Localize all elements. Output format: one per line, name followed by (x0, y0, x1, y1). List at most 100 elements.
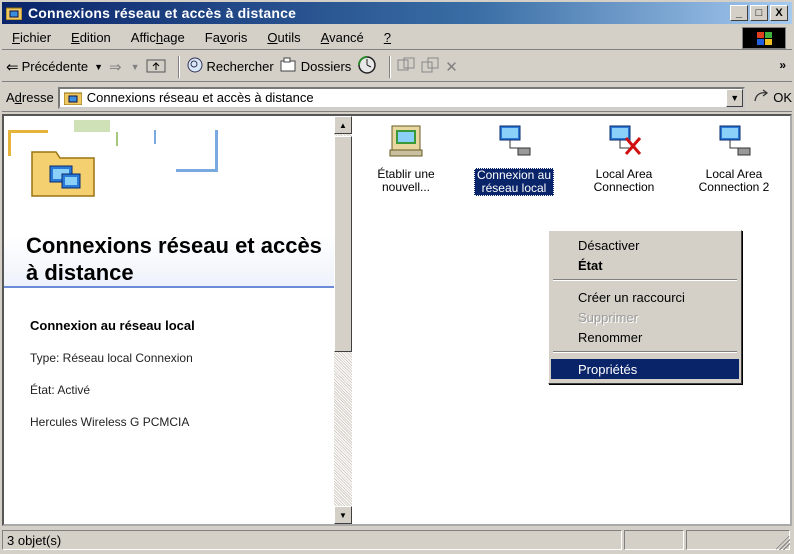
banner-decoration (154, 130, 156, 144)
icon-label-line: Connection 2 (698, 180, 770, 194)
selected-item-name: Connexion au réseau local (30, 318, 195, 333)
menu-affichage[interactable]: Affichage (121, 30, 195, 45)
folder-title: Connexions réseau et accès à distance (26, 233, 322, 285)
search-label: Rechercher (206, 59, 274, 74)
vertical-scrollbar[interactable]: ▲ ▼ (334, 116, 352, 524)
menu-favoris[interactable]: Favoris (195, 30, 258, 45)
menu-item-disable[interactable]: Désactiver (551, 235, 739, 255)
scroll-up-button[interactable]: ▲ (334, 116, 352, 134)
local-connection-item[interactable]: Connexion au réseau local (464, 122, 564, 196)
menu-label: ichier (19, 30, 52, 45)
banner-decoration (74, 120, 110, 132)
forward-arrow-icon: ⇒ (109, 58, 122, 76)
icon-label-line: Local Area (705, 167, 763, 181)
toolbar: ⇐ Précédente ▼ ⇒ ▼ Rechercher Dossiers ✕… (2, 52, 792, 82)
go-label: OK (773, 90, 792, 105)
new-connection-item[interactable]: Établir une nouvell... (356, 122, 456, 194)
context-menu: Désactiver État Créer un raccourci Suppr… (548, 230, 742, 384)
scroll-thumb[interactable] (334, 136, 352, 352)
throbber (742, 27, 786, 49)
history-icon (357, 55, 377, 78)
go-button[interactable]: OK (753, 88, 792, 107)
folders-icon (280, 57, 298, 77)
scroll-down-button[interactable]: ▼ (334, 506, 352, 524)
delete-x-icon: ✕ (445, 58, 458, 76)
chevron-down-icon[interactable]: ▼ (726, 88, 744, 107)
menu-label: dition (79, 30, 111, 45)
selected-item-state: État: Activé (30, 383, 91, 397)
banner-decoration (116, 132, 118, 146)
network-folder-icon (5, 6, 23, 21)
chevron-down-icon[interactable]: ▼ (94, 62, 103, 72)
menu-help[interactable]: ? (374, 30, 401, 45)
menu-item-status[interactable]: État (551, 255, 739, 275)
forward-button[interactable]: ⇒ ▼ (109, 58, 140, 76)
back-button[interactable]: ⇐ Précédente ▼ (6, 58, 103, 76)
close-button[interactable]: X (770, 5, 788, 21)
minimize-button[interactable]: _ (730, 5, 748, 21)
banner-decoration (176, 130, 218, 172)
menu-label: utils (277, 30, 301, 45)
network-connection-icon (714, 122, 754, 162)
web-view-pane: Connexions réseau et accès à distance Co… (4, 116, 334, 524)
address-label: Adresse (6, 90, 54, 105)
network-folder-icon (22, 144, 102, 200)
network-disabled-icon (604, 122, 644, 162)
local-area-connection-item[interactable]: Local Area Connection (574, 122, 674, 194)
copy-to-button[interactable] (421, 57, 439, 76)
selection-details: Connexion au réseau local Type: Réseau l… (30, 318, 195, 447)
folders-button[interactable]: Dossiers (280, 57, 351, 77)
icon-label: Connexion au réseau local (473, 168, 555, 196)
menu-outils[interactable]: Outils (257, 30, 310, 45)
new-connection-wizard-icon (386, 122, 426, 162)
move-to-button[interactable] (397, 57, 415, 76)
menu-bar: Fichier Edition Affichage Favoris Outils… (2, 26, 792, 50)
chevron-down-icon[interactable]: ▼ (131, 62, 140, 72)
address-value: Connexions réseau et accès à distance (86, 90, 314, 105)
icon-label: Local Area Connection (592, 168, 657, 194)
menu-avance[interactable]: Avancé (311, 30, 374, 45)
icon-label: Établir une nouvell... (375, 168, 436, 194)
toolbar-separator (177, 55, 180, 78)
menu-item-properties[interactable]: Propriétés (551, 359, 739, 379)
up-folder-button[interactable] (146, 57, 166, 76)
menu-accelerator: A (320, 30, 330, 45)
address-accelerator: d (14, 90, 22, 105)
search-icon (186, 56, 204, 78)
explorer-window: Connexions réseau et accès à distance _ … (0, 0, 794, 554)
search-button[interactable]: Rechercher (186, 56, 274, 78)
toolbar-separator (389, 55, 392, 78)
copy-to-icon (421, 57, 439, 76)
address-bar: Adresse Connexions réseau et accès à dis… (2, 84, 792, 112)
menu-accelerator: h (155, 30, 164, 45)
maximize-button[interactable]: □ (750, 5, 768, 21)
toolbar-overflow-icon[interactable]: » (779, 58, 786, 72)
menu-item-delete[interactable]: Supprimer (551, 307, 739, 327)
menu-accelerator: ? (383, 30, 392, 45)
menu-item-rename[interactable]: Renommer (551, 327, 739, 347)
icon-label-line: réseau local (481, 181, 547, 195)
menu-edition[interactable]: Edition (61, 30, 121, 45)
title-bar[interactable]: Connexions réseau et accès à distance _ … (2, 2, 792, 24)
menu-accelerator: O (267, 30, 278, 45)
network-folder-icon (63, 91, 83, 105)
menu-item-create-shortcut[interactable]: Créer un raccourci (551, 287, 739, 307)
menu-label: Affic (130, 30, 156, 45)
back-label: Précédente (21, 59, 89, 74)
address-input[interactable]: Connexions réseau et accès à distance ▼ (57, 86, 746, 109)
history-button[interactable] (357, 55, 377, 78)
selected-item-device: Hercules Wireless G PCMCIA (30, 415, 190, 429)
delete-button[interactable]: ✕ (445, 58, 461, 76)
icon-label-line: Connection (593, 180, 655, 194)
menu-label: age (163, 30, 185, 45)
selected-item-type: Type: Réseau local Connexion (30, 351, 193, 365)
resize-grip[interactable] (776, 536, 790, 550)
status-count: 3 objet(s) (2, 530, 622, 550)
move-to-icon (397, 57, 415, 76)
menu-fichier[interactable]: Fichier (2, 30, 61, 45)
window-controls: _ □ X (730, 5, 788, 21)
local-area-connection-2-item[interactable]: Local Area Connection 2 (684, 122, 784, 194)
icon-label-line: Local Area (595, 167, 653, 181)
menu-separator (553, 279, 737, 281)
back-arrow-icon: ⇐ (6, 58, 19, 76)
